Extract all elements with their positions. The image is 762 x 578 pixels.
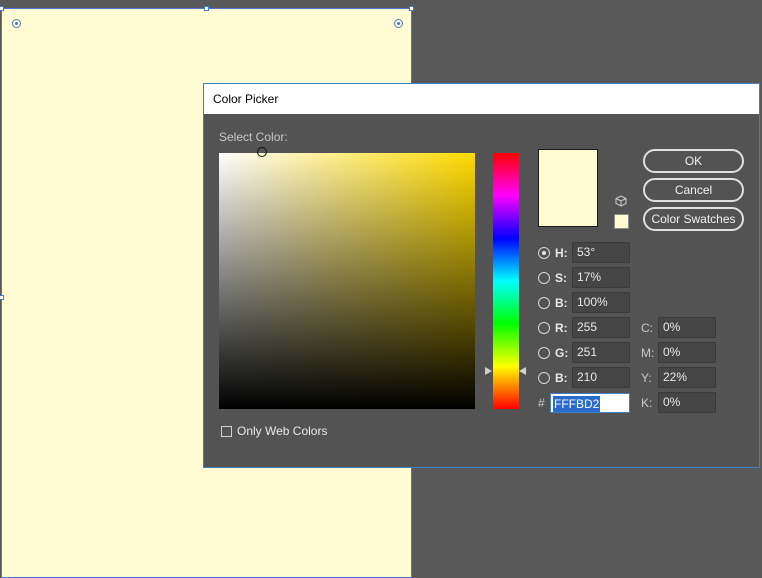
ok-button[interactable]: OK xyxy=(643,149,744,173)
color-picker-dialog: Color Picker Select Color: OK Cancel Col… xyxy=(203,83,760,468)
brightness-input[interactable]: 100% xyxy=(572,292,630,313)
select-color-label: Select Color: xyxy=(219,130,288,144)
red-input[interactable]: 255 xyxy=(572,317,630,338)
frame-handle-middle-left[interactable] xyxy=(0,295,4,300)
cyan-row: C: 0% xyxy=(641,317,721,339)
hue-input[interactable]: 53° xyxy=(572,242,630,263)
frame-corner-target-right[interactable] xyxy=(394,19,403,28)
black-input[interactable]: 0% xyxy=(658,392,716,413)
green-input[interactable]: 251 xyxy=(572,342,630,363)
yellow-label: Y: xyxy=(641,371,652,385)
cancel-button[interactable]: Cancel xyxy=(643,178,744,202)
saturation-brightness-field[interactable] xyxy=(219,147,475,409)
blue-label: B: xyxy=(555,371,568,385)
yellow-input[interactable]: 22% xyxy=(658,367,716,388)
hue-label: H: xyxy=(555,246,568,260)
dialog-title[interactable]: Color Picker xyxy=(204,84,759,114)
blue-row: B: 210 xyxy=(538,367,638,389)
frame-handle-top-right[interactable] xyxy=(409,6,414,11)
saturation-label: S: xyxy=(555,271,567,285)
hue-slider[interactable] xyxy=(493,153,519,409)
magenta-label: M: xyxy=(641,346,655,360)
black-label: K: xyxy=(641,396,653,410)
cyan-input[interactable]: 0% xyxy=(658,317,716,338)
only-web-colors-checkbox[interactable] xyxy=(221,426,232,437)
saturation-row: S: 17% xyxy=(538,267,638,289)
magenta-row: M: 0% xyxy=(641,342,721,364)
only-web-colors-label[interactable]: Only Web Colors xyxy=(237,424,327,438)
color-swatches-button[interactable]: Color Swatches xyxy=(643,207,744,231)
new-color-preview xyxy=(538,149,598,227)
frame-handle-top-left[interactable] xyxy=(0,6,4,11)
black-row: K: 0% xyxy=(641,392,721,414)
hue-radio[interactable] xyxy=(538,247,550,259)
brightness-label: B: xyxy=(555,296,568,310)
magenta-input[interactable]: 0% xyxy=(658,342,716,363)
cyan-label: C: xyxy=(641,321,653,335)
red-row: R: 255 xyxy=(538,317,638,339)
hue-slider-right-arrow-icon[interactable] xyxy=(519,367,526,375)
green-radio[interactable] xyxy=(538,347,550,359)
saturation-input[interactable]: 17% xyxy=(572,267,630,288)
blue-input[interactable]: 210 xyxy=(572,367,630,388)
web-safe-color-swatch[interactable] xyxy=(614,214,629,229)
blue-radio[interactable] xyxy=(538,372,550,384)
hue-row: H: 53° xyxy=(538,242,638,264)
green-label: G: xyxy=(555,346,569,360)
brightness-row: B: 100% xyxy=(538,292,638,314)
green-row: G: 251 xyxy=(538,342,638,364)
cube-icon[interactable] xyxy=(615,195,627,207)
saturation-radio[interactable] xyxy=(538,272,550,284)
hex-value-selected-text: FFFBD2 xyxy=(553,396,601,412)
red-label: R: xyxy=(555,321,568,335)
brightness-radio[interactable] xyxy=(538,297,550,309)
hex-prefix-label: # xyxy=(538,396,545,410)
red-radio[interactable] xyxy=(538,322,550,334)
frame-corner-target-left[interactable] xyxy=(12,19,21,28)
hue-slider-left-arrow-icon[interactable] xyxy=(485,367,492,375)
yellow-row: Y: 22% xyxy=(641,367,721,389)
color-cursor[interactable] xyxy=(257,147,267,157)
hex-input[interactable]: FFFBD2 xyxy=(550,393,630,413)
frame-handle-top-center[interactable] xyxy=(204,6,209,11)
